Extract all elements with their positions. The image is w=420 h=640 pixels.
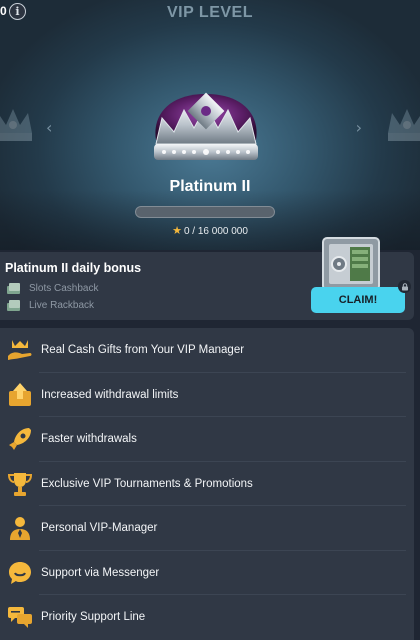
benefit-label: Increased withdrawal limits: [41, 388, 179, 401]
level-progress-bar: [135, 206, 275, 218]
gift-hand-icon: [8, 340, 32, 361]
benefit-label: Faster withdrawals: [41, 433, 137, 446]
support-chat-icon: [8, 607, 32, 629]
level-name: Platinum II: [169, 178, 251, 195]
rakeback-icon: [7, 300, 20, 311]
benefit-label: Priority Support Line: [41, 611, 146, 624]
crown-icon: [388, 109, 420, 141]
bonus-item-label: Live Rackback: [29, 300, 95, 311]
benefit-item: Faster withdrawals: [0, 417, 414, 462]
safe-icon: [322, 237, 380, 291]
benefit-item: Exclusive VIP Tournaments & Promotions: [0, 462, 414, 506]
benefit-item: Support via Messenger: [0, 551, 414, 595]
benefit-item: Real Cash Gifts from Your VIP Manager: [0, 328, 414, 373]
vip-hero: 0 i VIP LEVEL ‹ › Platinum II ★ 0 / 16 0…: [0, 0, 420, 250]
cashback-icon: [7, 283, 20, 294]
messenger-icon: [9, 561, 31, 584]
points-value: 0 / 16 000 000: [183, 226, 248, 237]
bonus-item-label: Slots Cashback: [29, 283, 99, 294]
bonus-item: Live Rackback: [6, 299, 94, 312]
lock-icon: [398, 280, 411, 293]
benefit-item: Increased withdrawal limits: [0, 373, 414, 417]
benefit-item: Personal VIP-Manager: [0, 506, 414, 551]
benefit-item: Priority Support Line: [0, 595, 414, 640]
page-title: VIP LEVEL: [166, 4, 253, 21]
limit-up-icon: [9, 382, 31, 406]
chevron-left-icon[interactable]: ‹: [46, 118, 52, 137]
rocket-icon: [9, 428, 31, 451]
daily-bonus-panel: Platinum II daily bonus Slots Cashback L…: [0, 237, 414, 320]
benefit-label: Exclusive VIP Tournaments & Promotions: [41, 477, 253, 490]
crown-icon: [0, 109, 32, 141]
chevron-right-icon[interactable]: ›: [356, 118, 362, 137]
claim-button[interactable]: CLAIM!: [311, 287, 405, 313]
bonus-title: Platinum II daily bonus: [5, 261, 142, 275]
manager-icon: [10, 517, 30, 541]
star-icon: ★: [172, 225, 182, 237]
crown-icon: [154, 92, 258, 160]
level-points: ★ 0 / 16 000 000: [0, 224, 420, 237]
benefit-label: Personal VIP-Manager: [41, 522, 158, 535]
benefit-label: Real Cash Gifts from Your VIP Manager: [41, 344, 245, 357]
trophy-icon: [7, 472, 33, 496]
bonus-item: Slots Cashback: [6, 282, 98, 295]
benefit-label: Support via Messenger: [41, 566, 160, 579]
vip-benefits-list: Real Cash Gifts from Your VIP Manager In…: [0, 328, 414, 640]
